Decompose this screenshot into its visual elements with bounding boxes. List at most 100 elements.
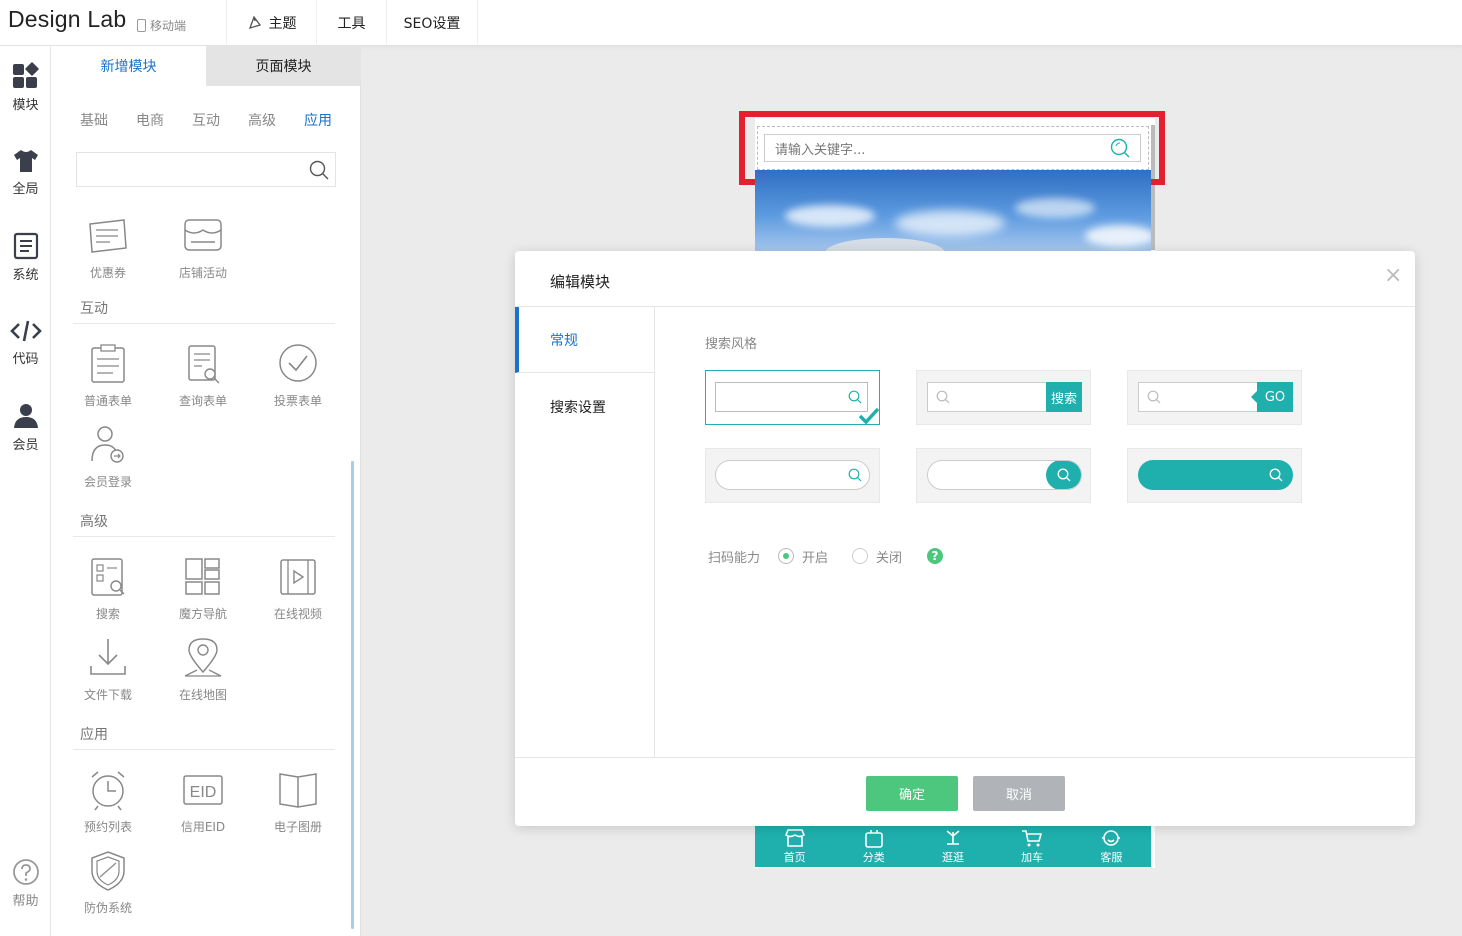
module-cube-nav[interactable]: 魔方导航 xyxy=(163,555,243,622)
divider xyxy=(73,749,335,750)
cart-icon xyxy=(1022,830,1043,847)
tab-add-module[interactable]: 新增模块 xyxy=(51,46,206,86)
module-store-activity[interactable]: 店铺活动 xyxy=(163,214,243,281)
module-search-input[interactable] xyxy=(76,152,336,187)
rail-item-system[interactable]: 系统 xyxy=(0,232,51,283)
dialog-title: 编辑模块 xyxy=(550,273,611,291)
cancel-button[interactable]: 取消 xyxy=(973,776,1065,811)
module-label: 店铺活动 xyxy=(178,266,227,280)
module-reservation-list[interactable]: 预约列表 xyxy=(68,768,148,835)
nav-theme[interactable]: 主题 xyxy=(226,0,316,46)
rail-help-label: 帮助 xyxy=(12,894,39,909)
category-advanced[interactable]: 高级 xyxy=(248,110,276,130)
go-arrow xyxy=(1251,391,1257,403)
scan-on-radio[interactable] xyxy=(778,548,794,564)
search-icon[interactable] xyxy=(309,160,329,180)
bottom-nav-browse[interactable]: 逛逛 xyxy=(941,828,965,865)
user-icon xyxy=(13,404,38,428)
rail-item-label: 系统 xyxy=(12,268,39,283)
bottom-nav-label: 首页 xyxy=(783,851,806,864)
search-icon xyxy=(848,468,862,482)
module-label: 信用EID xyxy=(180,820,226,834)
search-style-option-5[interactable] xyxy=(916,448,1091,503)
shield-icon xyxy=(91,851,125,891)
alarm-clock-icon xyxy=(91,771,125,811)
module-anti-fake[interactable]: 防伪系统 xyxy=(68,849,148,916)
module-e-album[interactable]: 电子图册 xyxy=(258,768,338,835)
search-icon xyxy=(1147,390,1161,404)
module-credit-eid[interactable]: EID 信用EID xyxy=(163,768,243,835)
preview-bottom-nav: 首页 分类 逛逛 加车 客服 xyxy=(755,826,1151,867)
check-circle-icon xyxy=(279,344,317,382)
tab-search-settings[interactable]: 搜索设置 xyxy=(515,374,655,440)
search-module-icon xyxy=(91,558,125,596)
form-icon xyxy=(91,344,125,383)
category-app[interactable]: 应用 xyxy=(304,110,332,130)
module-icon xyxy=(12,62,39,88)
category-basic[interactable]: 基础 xyxy=(80,110,108,130)
module-vote-form[interactable]: 投票表单 xyxy=(258,342,338,409)
tab-page-module[interactable]: 页面模块 xyxy=(206,46,361,86)
bottom-nav-service[interactable]: 客服 xyxy=(1099,828,1123,865)
rail-item-module[interactable]: 模块 xyxy=(0,62,51,113)
panel-scrollbar[interactable] xyxy=(351,461,354,929)
confirm-button[interactable]: 确定 xyxy=(866,776,958,811)
module-basic-form[interactable]: 普通表单 xyxy=(68,342,148,409)
nav-tools-label: 工具 xyxy=(337,16,366,32)
rail-item-label: 模块 xyxy=(12,98,39,113)
search-style-option-4[interactable] xyxy=(705,448,880,503)
search-icon xyxy=(1057,468,1071,482)
help-icon[interactable]: ? xyxy=(927,548,943,564)
category-ecommerce[interactable]: 电商 xyxy=(136,110,164,130)
module-member-login[interactable]: 会员登录 xyxy=(68,423,148,490)
bottom-nav-cart[interactable]: 加车 xyxy=(1020,828,1044,865)
nav-seo[interactable]: SEO设置 xyxy=(386,0,478,46)
tab-general[interactable]: 常规 xyxy=(515,307,656,373)
search-icon xyxy=(936,390,950,404)
help-icon xyxy=(12,859,39,885)
radio-dot xyxy=(783,553,789,559)
module-search[interactable]: 搜索 xyxy=(68,555,148,622)
module-file-download[interactable]: 文件下载 xyxy=(68,636,148,703)
shirt-icon xyxy=(13,150,38,172)
mobile-toggle[interactable]: 移动端 xyxy=(137,17,186,34)
rail-item-global[interactable]: 全局 xyxy=(0,148,51,197)
video-icon xyxy=(280,559,316,595)
module-query-form[interactable]: 查询表单 xyxy=(163,342,243,409)
divider xyxy=(73,536,335,537)
search-style-option-3[interactable]: GO xyxy=(1127,370,1302,425)
dialog-side-tabs: 常规 搜索设置 xyxy=(515,307,656,757)
coupon-icon xyxy=(89,219,127,253)
cube-nav-icon xyxy=(185,558,220,595)
module-online-video[interactable]: 在线视频 xyxy=(258,555,338,622)
code-icon xyxy=(9,320,42,342)
mobile-label: 移动端 xyxy=(150,19,187,33)
bottom-nav-category[interactable]: 分类 xyxy=(862,828,886,865)
scan-off-radio[interactable] xyxy=(852,548,868,564)
rail-item-member[interactable]: 会员 xyxy=(0,402,51,453)
download-icon xyxy=(90,639,126,675)
bottom-nav-home[interactable]: 首页 xyxy=(783,828,807,865)
close-icon[interactable]: × xyxy=(1384,265,1402,287)
scan-ability-label: 扫码能力 xyxy=(708,551,761,566)
nav-tools[interactable]: 工具 xyxy=(316,0,386,46)
scan-on-label[interactable]: 开启 xyxy=(802,547,828,566)
search-style-option-2[interactable]: 搜索 xyxy=(916,370,1091,425)
module-label: 防伪系统 xyxy=(83,901,132,915)
search-style-option-6[interactable] xyxy=(1127,448,1302,503)
rail-item-code[interactable]: 代码 xyxy=(0,318,51,367)
scan-off-label[interactable]: 关闭 xyxy=(876,547,902,566)
module-label: 在线地图 xyxy=(178,688,227,702)
module-online-map[interactable]: 在线地图 xyxy=(163,636,243,703)
search-icon xyxy=(1269,468,1283,482)
book-icon xyxy=(279,773,317,808)
category-interactive[interactable]: 互动 xyxy=(192,110,220,130)
module-label: 文件下载 xyxy=(83,688,132,702)
rail-item-label: 全局 xyxy=(12,182,39,197)
search-icon xyxy=(848,390,862,404)
search-style-option-1[interactable] xyxy=(705,370,880,425)
rail-item-label: 代码 xyxy=(12,352,39,367)
rail-help[interactable]: 帮助 xyxy=(0,858,51,909)
module-coupon[interactable]: 优惠券 xyxy=(68,214,148,281)
service-icon xyxy=(1102,830,1121,846)
